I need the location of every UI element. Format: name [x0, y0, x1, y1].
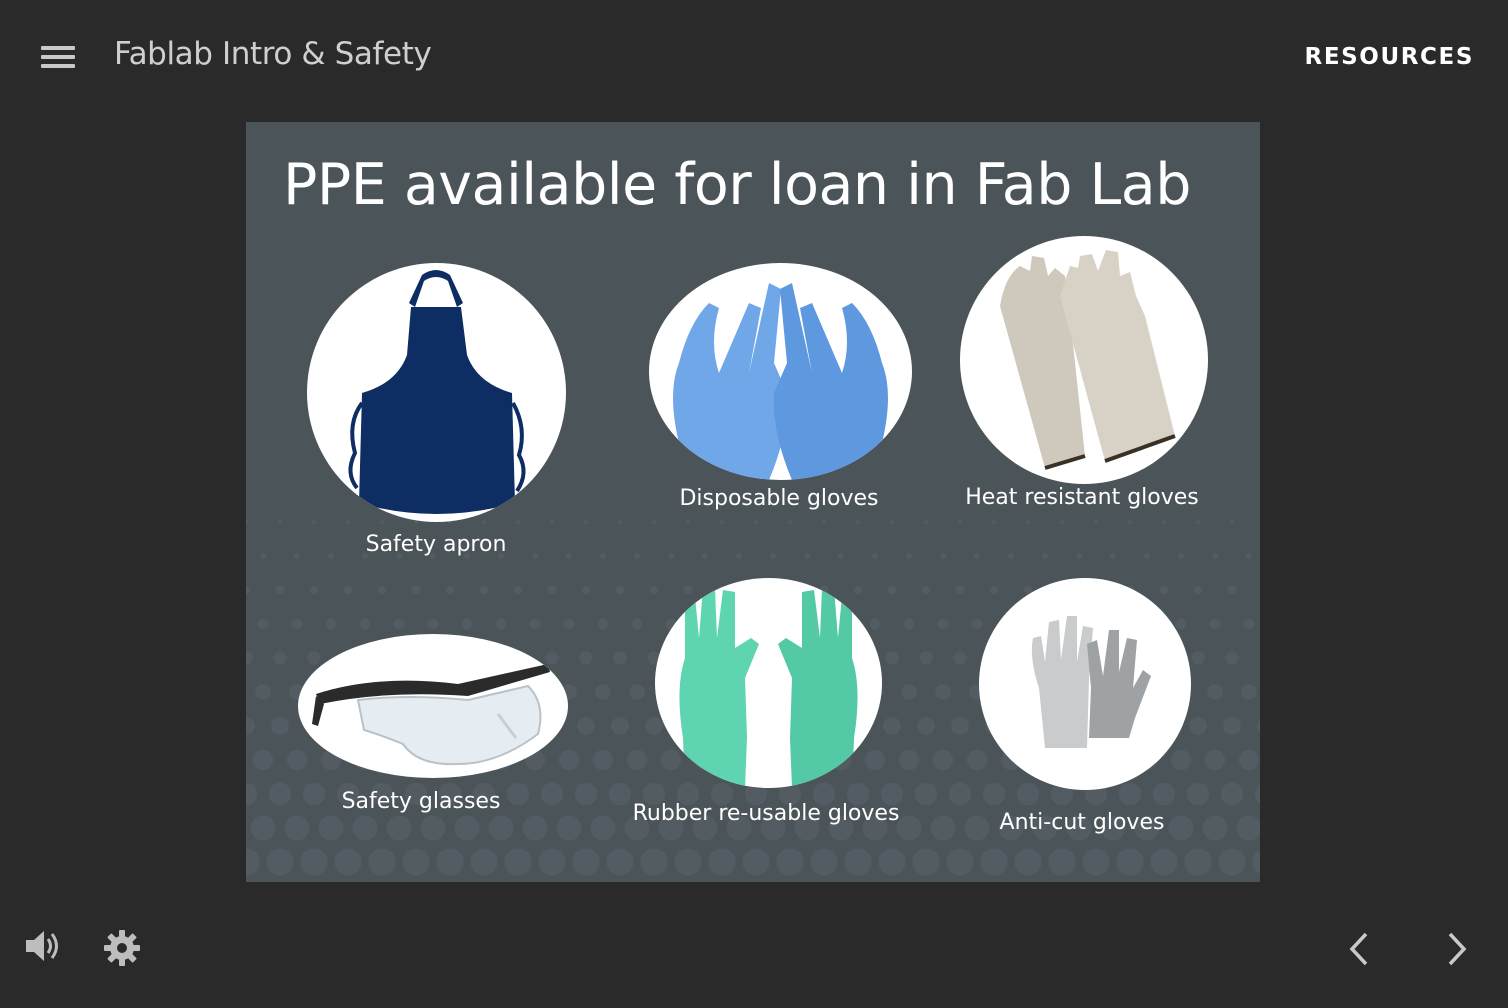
caption-safety-apron: Safety apron [365, 532, 507, 557]
course-title: Fablab Intro & Safety [114, 36, 432, 72]
caption-safety-glasses: Safety glasses [341, 789, 501, 814]
heat-resistant-gloves-image [960, 236, 1208, 484]
slide-title: PPE available for loan in Fab Lab [283, 152, 1191, 218]
chevron-left-icon[interactable] [1346, 930, 1374, 968]
caption-heat-resistant-gloves: Heat resistant gloves [965, 485, 1199, 510]
caption-anti-cut-gloves: Anti-cut gloves [999, 810, 1165, 835]
top-bar: Fablab Intro & Safety RESOURCES [0, 0, 1508, 118]
hamburger-menu-icon[interactable] [36, 40, 82, 76]
rubber-gloves-image [655, 578, 882, 788]
safety-glasses-image [298, 634, 568, 778]
resources-button[interactable]: RESOURCES [1305, 44, 1474, 70]
caption-disposable-gloves: Disposable gloves [679, 486, 879, 511]
slide: PPE available for loan in Fab Lab Safety… [246, 122, 1260, 882]
chevron-right-icon[interactable] [1442, 930, 1470, 968]
caption-rubber-gloves: Rubber re-usable gloves [632, 801, 900, 826]
volume-icon[interactable] [24, 928, 62, 964]
gear-icon[interactable] [103, 929, 141, 967]
apron-image [307, 263, 566, 522]
anti-cut-gloves-image [979, 578, 1191, 790]
disposable-gloves-image [649, 263, 912, 480]
